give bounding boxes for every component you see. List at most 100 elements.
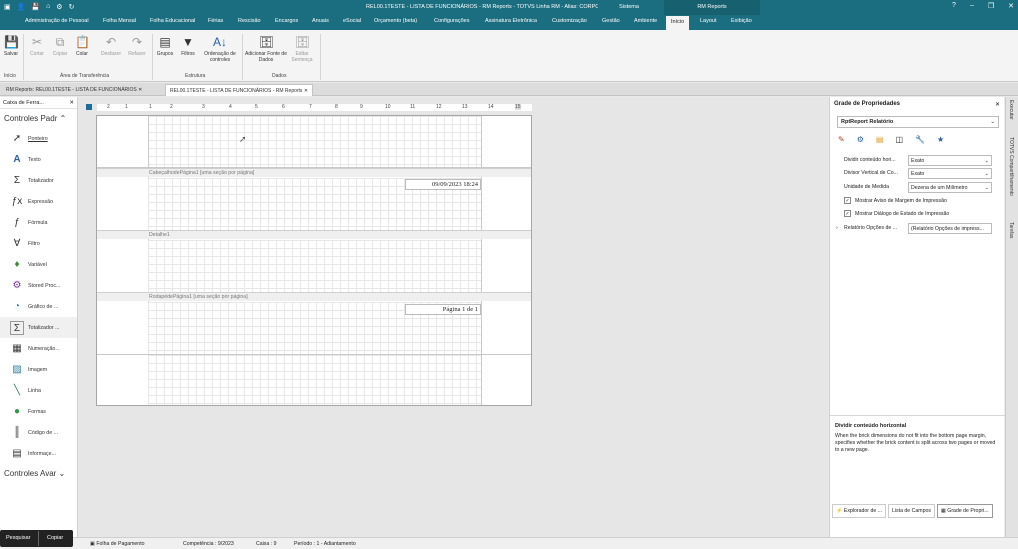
close-icon[interactable]: ✕ [995,101,1000,108]
tab-ferias[interactable]: Férias [208,18,223,24]
tab-configuracoes[interactable]: Configurações [434,18,469,24]
layout-icon[interactable]: ◫ [895,135,903,144]
band-header-title[interactable]: CabeçalhodePágina1 [uma seção por página… [97,168,531,177]
report-page[interactable]: ➚ CabeçalhodePágina1 [uma seção por pági… [96,115,532,406]
ribbon: 💾 Salvar ✂ Cortar ⧉ Copiar 📋 Colar ↶ Desfazer… [0,30,1018,82]
tab-folha-educacional[interactable]: Folha Educacional [150,18,195,24]
restore-button[interactable]: ❐ [988,2,994,10]
prop-dividir-select[interactable]: Exato ⌄ [908,155,992,166]
filters-button[interactable]: ▼ Filtros [177,35,199,57]
paste-button[interactable]: 📋 Colar [72,35,92,57]
tab-explorador[interactable]: ⚡ Explorador de ... [832,504,886,518]
add-datasource-button[interactable]: 🗄 Adicionar Fonte de Dados [245,35,287,63]
tool-linha[interactable]: ╲ Linha [0,380,77,401]
date-field[interactable]: 09/09/2023 18:24 [405,179,481,190]
tool-stored-proc[interactable]: ⚙ Stored Proc... [0,275,77,296]
ruler-corner [86,104,92,110]
search-popup-button[interactable]: Pesquisar [6,535,30,541]
tab-esocial[interactable]: eSocial [343,18,361,24]
prop-opcoes-value[interactable]: (Relatório Opções de impress... [908,223,992,234]
checkbox-checked[interactable]: ✓ [844,197,851,204]
tool-filtro[interactable]: ∀ Filtro [0,233,77,254]
side-strip: Executar TOTVS Compartilhamento Tarefas [1005,97,1018,537]
side-tarefas[interactable]: Tarefas [1008,222,1014,238]
tool-variavel[interactable]: ♦ Variável [0,254,77,275]
doc-tab-1[interactable]: RM Reports: REL00.1TESTE - LISTA DE FUNC… [2,84,146,96]
prop-check-dialogo[interactable]: ✓ Mostrar Diálogo de Estado de Impressão [835,209,1000,221]
undo-button[interactable]: ↶ Desfazer [98,35,124,57]
object-selector[interactable]: RptReport Relatório ⌄ [837,116,999,128]
tab-layout[interactable]: Layout [700,18,717,24]
tab-assinatura[interactable]: Assinatura Eletrônica [485,18,537,24]
doc-tab-2[interactable]: REL00.1TESTE - LISTA DE FUNCIONÁRIOS - R… [165,84,314,96]
prop-unidade-select[interactable]: Dezena de um Milímetro ⌄ [908,182,992,193]
prop-check-aviso[interactable]: ✓ Mostrar Aviso de Margem de Impressão [835,196,1000,208]
top-margin-band[interactable] [148,116,481,167]
copy-button[interactable]: ⧉ Copiar [50,35,70,57]
page-number-field[interactable]: Página 1 de 1 [405,304,481,315]
side-compartilhamento[interactable]: TOTVS Compartilhamento [1008,137,1014,196]
tab-encargos[interactable]: Encargos [275,18,298,24]
side-executar[interactable]: Executar [1008,100,1014,120]
tool-totalizador-2[interactable]: Σ Totalizador ... [0,317,77,338]
detail-band[interactable] [148,240,481,292]
tool-expressao[interactable]: ƒx Expressão [0,191,77,212]
tool-imagem[interactable]: ▨ Imagem [0,359,77,380]
filter-icon: ∀ [13,237,21,249]
database-icon[interactable]: ▤ [876,135,884,144]
tool-totalizador[interactable]: Σ Totalizador [0,170,77,191]
tab-customizacao[interactable]: Customização [552,18,587,24]
bottom-margin-band[interactable] [148,355,481,405]
cut-button[interactable]: ✂ Cortar [27,35,47,57]
sort-controls-button[interactable]: A↓ Ordenação de controles [200,35,240,63]
copy-icon: ⧉ [55,35,65,49]
tab-orcamento[interactable]: Orçamento (beta) [374,18,417,24]
tab-lista-campos[interactable]: Lista de Campos [888,504,935,518]
tab-folha-mensal[interactable]: Folha Mensal [103,18,136,24]
tool-codigo[interactable]: ║ Código de ... [0,422,77,443]
edit-sentence-icon: 🗄 [295,35,311,49]
checkbox-checked[interactable]: ✓ [844,210,851,217]
brush-icon[interactable]: ✎ [838,135,845,144]
tab-grade-propriedades[interactable]: ▦ Grade de Propri... [936,504,993,518]
horizontal-ruler: 2 1 1 2 3 4 5 6 7 8 9 10 11 12 13 14 15 [97,104,532,111]
tab-admin-pessoal[interactable]: Administração de Pessoal [25,18,89,24]
status-folha[interactable]: ▣ Folha de Pagamento [90,541,145,547]
tab-rescisao[interactable]: Rescisão [238,18,261,24]
copy-popup-button[interactable]: Copiar [47,535,63,541]
tool-numeracao[interactable]: ▦ Numeração... [0,338,77,359]
events-icon[interactable]: ⚙ [857,135,864,144]
group-clipboard: Área de Transferência [60,73,110,79]
minimize-button[interactable]: – [970,2,974,10]
properties-header: Grade de Propriedades ✕ [834,101,1000,108]
tab-gestao[interactable]: Gestão [602,18,620,24]
tool-ponteiro[interactable]: ➚ Ponteiro [0,128,77,149]
chevron-right-icon[interactable]: › [836,225,838,231]
tab-inicio[interactable]: Início [666,16,690,30]
tab-ambiente[interactable]: Ambiente [634,18,657,24]
tool-grafico[interactable]: ◔ Gráfico de ... [0,296,77,317]
edit-sentence-button[interactable]: 🗄 Editar Sentença [288,35,316,63]
save-button[interactable]: 💾 Salvar [2,35,20,57]
band-detail-title[interactable]: Detalhe1 [97,230,531,239]
tab-anuais[interactable]: Anuais [312,18,329,24]
prop-row-opcoes[interactable]: › Relatório Opções de ... (Relatório Opçõe… [835,223,1000,235]
tab-exibicao[interactable]: Exibição [731,18,752,24]
help-icon[interactable]: ? [952,2,956,10]
category-controles-avancados[interactable]: Controles Avar ⌄ [0,464,77,483]
close-button[interactable]: ✕ [1008,2,1014,10]
prop-divisor-select[interactable]: Exato ⌄ [908,168,992,179]
wrench-icon[interactable]: 🔧 [915,135,925,144]
tool-informacoes[interactable]: ▤ Informaçe... [0,443,77,464]
groups-button[interactable]: ▤ Grupos [155,35,175,57]
category-controles-padrao[interactable]: Controles Padr ⌃ [0,109,77,128]
properties-toolbar: ✎ ⚙ ▤ ◫ 🔧 ★ [838,135,944,144]
folder-icon: ▣ [90,541,95,547]
close-icon[interactable]: ✕ [69,100,74,106]
redo-button[interactable]: ↷ Refazer [124,35,150,57]
tool-formula[interactable]: ƒ Fórmula [0,212,77,233]
band-footer-title[interactable]: RodapédePágina1 [uma seção por página] [97,292,531,301]
tool-texto[interactable]: A Texto [0,149,77,170]
tool-formas[interactable]: ● Formas [0,401,77,422]
star-icon[interactable]: ★ [937,135,944,144]
